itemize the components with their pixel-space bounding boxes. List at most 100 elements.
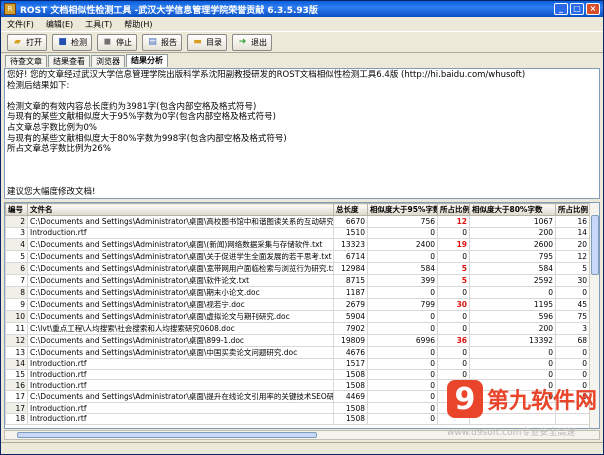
table-row[interactable]: 6 C:\Documents and Settings\Administrator… (5, 261, 590, 275)
sim80-cell: 596 (469, 309, 556, 323)
stop-button[interactable]: ◼ 停止 (97, 33, 137, 51)
table-header-row: 编号 文件名 总长度 相似度大于95%字数 所占比例 相似度大于80%字数 所占… (5, 203, 590, 216)
sim80-cell: 584 (469, 261, 556, 275)
column-header-filename[interactable]: 文件名 (27, 203, 334, 216)
sim95-cell: 0 (367, 227, 438, 239)
filename-cell: C:\Documents and Settings\Administrator\… (27, 345, 334, 359)
filename-cell: C:\Documents and Settings\Administrator\… (27, 237, 334, 251)
scroll-thumb[interactable] (591, 215, 599, 275)
row-index-cell: 13 (5, 345, 28, 359)
stop-label: 停止 (116, 37, 132, 47)
detect-button[interactable]: ■ 检测 (52, 33, 92, 51)
row-index-cell: 9 (5, 297, 28, 311)
length-cell: 1187 (333, 285, 368, 299)
app-window: R ROST 文档相似性检测工具 -武汉大学信息管理学院荣誉贡献 6.3.5.9… (0, 0, 604, 455)
row-index-cell: 5 (5, 249, 28, 263)
table-row[interactable]: 12 C:\Documents and Settings\Administrato… (5, 333, 590, 347)
ratio80-cell: 45 (555, 297, 590, 311)
report-line (7, 176, 597, 187)
table-row[interactable]: 3 Introduction.rtf 1510 0 0 200 14 (5, 227, 590, 239)
column-header-index[interactable]: 编号 (5, 203, 28, 216)
sim95-cell: 584 (367, 261, 438, 275)
tab-browser[interactable]: 浏览器 (91, 55, 125, 67)
catalog-button[interactable]: ▬ 目录 (187, 33, 227, 51)
report-line: 您好! 您的文章经过武汉大学信息管理学院出版科学系沈阳副教授研发的ROST文档相… (7, 70, 526, 80)
tab-pending-article[interactable]: 待查文章 (5, 55, 47, 67)
row-index-cell: 7 (5, 273, 28, 287)
title-bar: R ROST 文档相似性检测工具 -武汉大学信息管理学院荣誉贡献 6.3.5.9… (1, 1, 603, 17)
sim95-cell: 0 (367, 357, 438, 370)
ratio95-cell: 0 (437, 227, 470, 239)
table-row[interactable]: 2 C:\Documents and Settings\Administrator… (5, 215, 590, 228)
sim80-cell: 200 (469, 227, 556, 239)
ratio80-cell: 3 (555, 321, 590, 335)
column-header-length[interactable]: 总长度 (333, 203, 368, 216)
row-index-cell: 12 (5, 333, 28, 347)
table-row[interactable]: 5 C:\Documents and Settings\Administrator… (5, 249, 590, 263)
report-line (7, 91, 597, 102)
filename-cell: C:\Documents and Settings\Administrator\… (27, 249, 334, 263)
tab-result-analysis[interactable]: 结果分析 (126, 54, 168, 67)
folder-open-icon: ▰ (14, 36, 21, 47)
column-header-sim80[interactable]: 相似度大于80%字数 (469, 203, 556, 216)
report-line (7, 155, 597, 166)
row-index-cell: 6 (5, 261, 28, 275)
sim80-cell: 1067 (469, 215, 556, 228)
sim80-cell: 0 (469, 285, 556, 299)
sim95-cell: 0 (367, 390, 438, 404)
menu-help[interactable]: 帮助(H) (124, 19, 152, 30)
filename-cell: C:\lvt\重点工程\人均搜索\社会搜索和人均搜索研究0608.doc (27, 321, 334, 335)
length-cell: 1508 (333, 379, 368, 392)
report-button[interactable]: ▤ 报告 (142, 33, 182, 51)
filename-cell: C:\Documents and Settings\Administrator\… (27, 215, 334, 228)
report-line: 所占文章总字数比例为26% (7, 144, 111, 155)
row-index-cell: 14 (5, 357, 28, 370)
detect-label: 检测 (71, 37, 87, 47)
sim95-cell: 799 (367, 297, 438, 311)
table-row[interactable]: 8 C:\Documents and Settings\Administrator… (5, 285, 590, 299)
table-row[interactable]: 10 C:\Documents and Settings\Administrato… (5, 309, 590, 323)
report-text-area[interactable]: 您好! 您的文章经过武汉大学信息管理学院出版科学系沈阳副教授研发的ROST文档相… (4, 68, 600, 199)
ratio80-cell: 14 (555, 227, 590, 239)
app-icon: R (4, 3, 16, 15)
close-button[interactable]: × (586, 3, 600, 15)
filename-cell: Introduction.rtf (27, 227, 334, 239)
length-cell: 7902 (333, 321, 368, 335)
table-row[interactable]: 13 C:\Documents and Settings\Administrato… (5, 345, 590, 359)
ratio95-cell: 0 (437, 309, 470, 323)
ratio95-cell: 19 (437, 237, 470, 251)
menu-tools[interactable]: 工具(T) (85, 19, 112, 30)
scroll-thumb[interactable] (17, 432, 317, 438)
maximize-button[interactable]: □ (570, 3, 584, 15)
table-row[interactable]: 14 Introduction.rtf 1517 0 0 0 0 (5, 357, 590, 370)
table-row[interactable]: 4 C:\Documents and Settings\Administrator… (5, 237, 590, 251)
tab-result-view[interactable]: 结果查看 (48, 55, 90, 67)
watermark-brand: 第九软件网 (486, 389, 597, 414)
filename-cell: C:\Documents and Settings\Administrator\… (27, 261, 334, 275)
sim95-cell: 0 (367, 309, 438, 323)
sim95-cell: 0 (367, 412, 438, 425)
menu-file[interactable]: 文件(F) (7, 19, 34, 30)
window-title: ROST 文档相似性检测工具 -武汉大学信息管理学院荣誉贡献 6.3.5.93版 (20, 5, 318, 16)
filename-cell: C:\Documents and Settings\Administrator\… (27, 390, 334, 404)
table-row[interactable]: 9 C:\Documents and Settings\Administrator… (5, 297, 590, 311)
menu-edit[interactable]: 编辑(E) (46, 19, 73, 30)
stop-icon: ◼ (103, 36, 112, 47)
ratio95-cell: 5 (437, 261, 470, 275)
ratio80-cell: 0 (555, 345, 590, 359)
column-header-sim95[interactable]: 相似度大于95%字数 (367, 203, 438, 216)
watermark-logo: 9 第九软件网 (447, 376, 597, 422)
table-row[interactable]: 7 C:\Documents and Settings\Administrator… (5, 273, 590, 287)
row-index-cell: 3 (5, 227, 28, 239)
row-index-cell: 15 (5, 368, 28, 381)
open-button[interactable]: ▰ 打开 (7, 33, 47, 51)
ratio80-cell: 5 (555, 261, 590, 275)
column-header-ratio80[interactable]: 所占比例 (555, 203, 590, 216)
column-header-ratio95[interactable]: 所占比例 (437, 203, 470, 216)
row-index-cell: 4 (5, 237, 28, 251)
minimize-button[interactable]: _ (554, 3, 568, 15)
filename-cell: Introduction.rtf (27, 368, 334, 381)
filename-cell: Introduction.rtf (27, 379, 334, 392)
table-row[interactable]: 11 C:\lvt\重点工程\人均搜索\社会搜索和人均搜索研究0608.doc 79… (5, 321, 590, 335)
exit-button[interactable]: ➜ 退出 (232, 33, 272, 51)
